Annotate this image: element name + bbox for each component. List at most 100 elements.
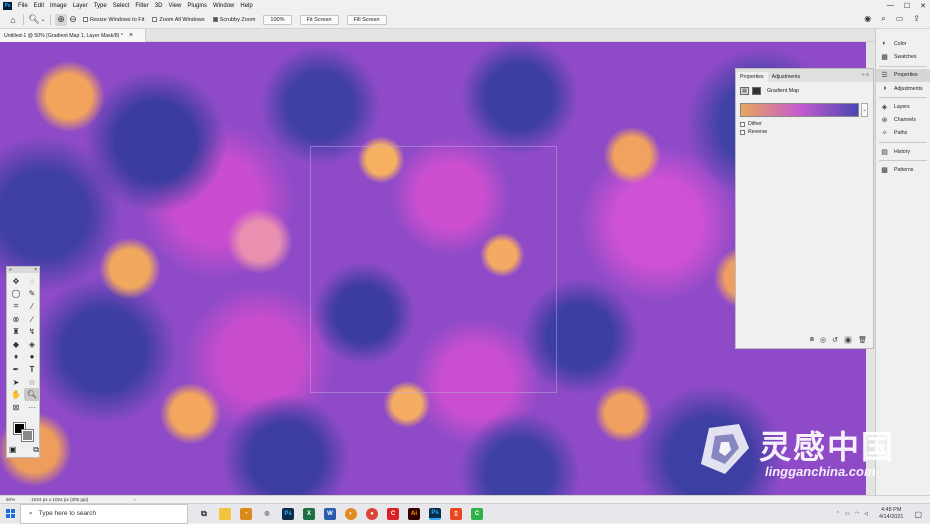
account-icon[interactable]: ◉ — [864, 14, 871, 24]
healing-tool-icon[interactable]: ⊗ — [8, 313, 24, 326]
excel-icon[interactable]: X — [303, 507, 315, 520]
photoshop-app-icon[interactable]: Ps — [282, 507, 294, 520]
reverse-checkbox[interactable]: Reverse — [736, 128, 873, 136]
background-color-swatch[interactable] — [21, 429, 34, 442]
wifi-icon[interactable]: ◠ — [855, 511, 859, 517]
menu-filter[interactable]: Filter — [135, 3, 148, 9]
frame-tool-icon[interactable]: ⊠ — [8, 401, 24, 414]
path-select-tool-icon[interactable]: ➤ — [8, 376, 24, 389]
panel-menu-icon[interactable]: ≡ — [866, 72, 869, 78]
chevron-down-icon[interactable]: ⌄ — [40, 14, 46, 26]
zoom-in-icon[interactable]: ⊕ — [55, 13, 67, 26]
photoshop-active-icon[interactable]: Ps — [429, 507, 441, 520]
menu-help[interactable]: Help — [240, 3, 252, 9]
zoom-level[interactable]: 50% — [6, 497, 15, 502]
visibility-icon[interactable]: ◉ — [844, 335, 853, 344]
home-icon[interactable]: ⌂ — [7, 14, 19, 26]
maximize-button[interactable]: ☐ — [904, 2, 910, 10]
close-tab-button[interactable]: × — [129, 32, 133, 39]
collapse-toolbox-button[interactable]: » — [9, 267, 12, 273]
resize-windows-checkbox[interactable]: Resize Windows to Fit — [83, 17, 144, 23]
creative-cloud-icon[interactable]: C — [387, 507, 399, 520]
gradient-tool-icon[interactable]: ◈ — [24, 338, 40, 351]
gradient-preview[interactable] — [740, 103, 859, 117]
view-previous-icon[interactable]: ◎ — [820, 336, 826, 344]
menu-select[interactable]: Select — [113, 3, 130, 9]
dodge-tool-icon[interactable]: ● — [24, 351, 40, 364]
checkbox-box[interactable] — [740, 129, 745, 135]
search-app-icon[interactable]: ◔ — [240, 507, 252, 520]
document-tab[interactable]: Untitled-1 @ 50% (Gradient Map 1, Layer … — [0, 29, 146, 42]
clock[interactable]: 4:48 PM 4/14/2021 — [879, 507, 903, 521]
file-explorer-icon[interactable] — [219, 507, 231, 520]
word-icon[interactable]: W — [324, 507, 336, 520]
clip-to-layer-icon[interactable]: ⧈ — [810, 336, 814, 344]
workspace-icon[interactable]: ▭ — [896, 14, 904, 24]
dock-item-patterns[interactable]: ▩ Patterns — [876, 163, 930, 176]
share-icon[interactable]: ⇪ — [913, 14, 920, 24]
stamp-tool-icon[interactable]: ♜ — [8, 325, 24, 338]
status-menu-arrow[interactable]: › — [134, 497, 136, 502]
tab-properties[interactable]: Properties — [736, 72, 768, 82]
close-toolbox-button[interactable]: × — [34, 267, 37, 273]
network-icon[interactable]: ▭ — [845, 511, 850, 517]
menu-view[interactable]: View — [168, 3, 181, 9]
checkbox-box[interactable] — [83, 17, 88, 22]
brush-tool-icon[interactable]: ∕ — [24, 313, 40, 326]
chevron-down-icon[interactable]: ⌄ — [861, 103, 868, 117]
tab-adjustments[interactable]: Adjustments — [768, 72, 805, 82]
volume-icon[interactable]: ◁ — [864, 511, 868, 517]
task-view-icon[interactable]: ⧉ — [198, 508, 210, 520]
tray-chevron-icon[interactable]: ⌃ — [836, 511, 840, 517]
fit-screen-button[interactable]: Fit Screen — [299, 14, 339, 25]
quick-mask-icon[interactable]: ▣ — [9, 445, 17, 455]
shape-tool-icon[interactable]: ☆ — [24, 376, 40, 389]
hand-tool-icon[interactable]: ✋ — [8, 388, 24, 401]
dock-item-swatches[interactable]: ▦ Swatches — [876, 50, 930, 63]
close-window-button[interactable]: ✕ — [920, 2, 926, 10]
dither-checkbox[interactable]: Dither — [736, 120, 873, 128]
crop-tool-icon[interactable]: ⌗ — [8, 300, 24, 313]
media-app-icon[interactable]: ◐ — [345, 507, 357, 520]
search-icon[interactable]: ⌕ — [881, 14, 885, 24]
blur-tool-icon[interactable]: ♦ — [8, 351, 24, 364]
dock-item-properties[interactable]: ☰ Properties — [876, 68, 930, 82]
layer-mask-icon[interactable]: ○ — [752, 87, 761, 95]
dock-item-paths[interactable]: ✧ Paths — [876, 127, 930, 140]
type-tool-icon[interactable]: T — [24, 363, 40, 376]
dock-item-channels[interactable]: ⊛ Channels — [876, 113, 930, 126]
scrubby-zoom-checkbox[interactable]: Scrubby Zoom — [212, 17, 255, 23]
zoom-out-icon[interactable]: ⊖ — [67, 14, 79, 26]
dock-item-history[interactable]: ▤ History — [876, 145, 930, 158]
menu-window[interactable]: Window — [213, 3, 234, 9]
dock-item-adjustments[interactable]: ◑ Adjustments — [876, 82, 930, 95]
notifications-icon[interactable]: ▢ — [914, 510, 922, 519]
zoom-tool-preset-icon[interactable]: 🔍︎ — [28, 14, 40, 26]
checkbox-box[interactable] — [212, 17, 218, 22]
history-brush-tool-icon[interactable]: ↯ — [24, 325, 40, 338]
gradient-map-icon[interactable]: ▤ — [740, 87, 749, 95]
taskbar-search[interactable]: ⌕ Type here to search — [20, 503, 188, 524]
quick-select-tool-icon[interactable]: ✎ — [24, 288, 40, 301]
camtasia-icon[interactable]: C — [471, 507, 483, 520]
screen-mode-icon[interactable]: ⧉ — [33, 445, 39, 455]
chrome-icon[interactable]: ● — [366, 507, 378, 520]
minimize-button[interactable]: — — [887, 2, 894, 9]
dock-item-color[interactable]: ◐ Color — [876, 37, 930, 50]
checkbox-box[interactable] — [152, 17, 158, 22]
menu-type[interactable]: Type — [94, 3, 107, 9]
checkbox-box[interactable] — [740, 121, 745, 127]
menu-3d[interactable]: 3D — [155, 3, 163, 9]
zoom-all-windows-checkbox[interactable]: Zoom All Windows — [152, 17, 205, 23]
eyedropper-tool-icon[interactable]: ⁄ — [24, 300, 40, 313]
collapse-panel-button[interactable]: » — [862, 72, 865, 78]
zoom-tool-icon[interactable]: 🔍︎ — [24, 388, 40, 401]
lasso-tool-icon[interactable]: ◯ — [8, 288, 24, 301]
zoom-100-button[interactable]: 100% — [263, 14, 292, 25]
reset-icon[interactable]: ↺ — [832, 336, 838, 344]
fill-screen-button[interactable]: Fill Screen — [346, 14, 387, 25]
marquee-tool-icon[interactable]: ◌ — [24, 275, 40, 288]
menu-edit[interactable]: Edit — [34, 3, 44, 9]
move-tool-icon[interactable]: ✥ — [8, 275, 24, 288]
menu-image[interactable]: Image — [50, 3, 67, 9]
